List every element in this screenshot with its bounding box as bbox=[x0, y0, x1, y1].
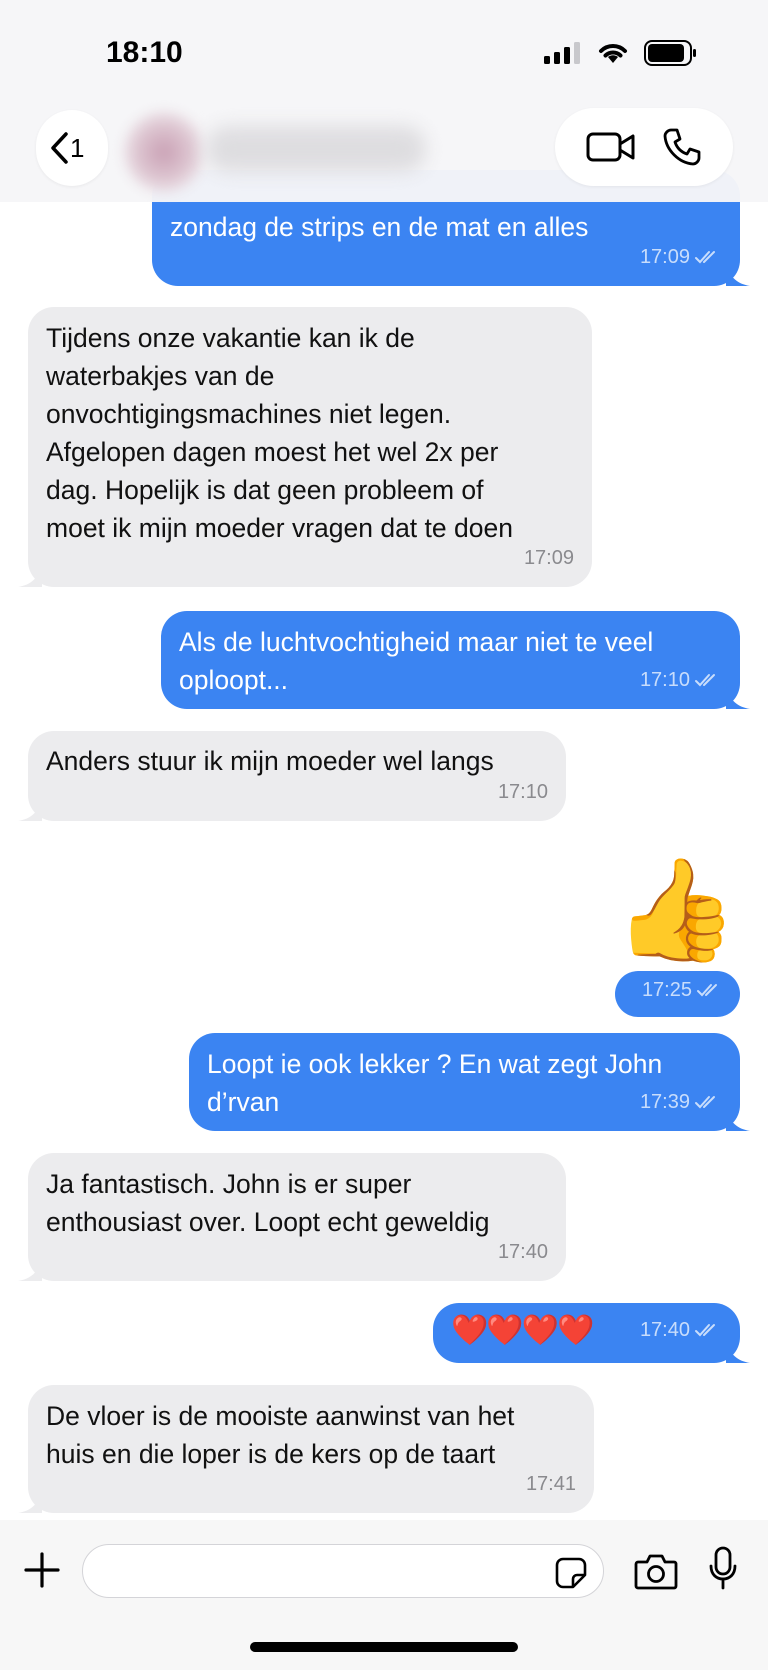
double-check-icon bbox=[695, 251, 715, 264]
message-bubble-outgoing[interactable]: ❤️❤️❤️❤️ 17:40 bbox=[433, 1303, 750, 1363]
message-meta: 17:09 bbox=[524, 539, 574, 577]
double-check-icon bbox=[695, 674, 715, 687]
message-text: Tijdens onze vakantie kan ik de waterbak… bbox=[46, 323, 513, 543]
thumbs-up-emoji[interactable]: 👍 bbox=[613, 855, 738, 965]
wifi-icon bbox=[599, 44, 627, 63]
message-text: De vloer is de mooiste aanwinst van het … bbox=[46, 1401, 515, 1469]
message-time: 17:40 bbox=[639, 1319, 690, 1341]
message-time: 17:10 bbox=[497, 781, 548, 803]
home-indicator bbox=[250, 1642, 518, 1652]
message-bubble-incoming[interactable]: Anders stuur ik mijn moeder wel langs 17… bbox=[18, 731, 566, 821]
message-meta: 17:40 bbox=[640, 1311, 722, 1349]
message-meta: 17:10 bbox=[498, 773, 548, 811]
message-time: 17:41 bbox=[525, 1473, 576, 1495]
bubble-tail bbox=[18, 1491, 42, 1513]
bubble-tail bbox=[18, 799, 42, 821]
bubble-tail bbox=[726, 687, 750, 709]
signal-icon bbox=[544, 42, 580, 64]
call-actions bbox=[555, 108, 733, 186]
avatar bbox=[124, 112, 204, 192]
contact-name bbox=[206, 126, 426, 172]
message-meta: 17:10 bbox=[640, 661, 722, 699]
phone-icon[interactable] bbox=[662, 127, 702, 167]
message-time: 17:39 bbox=[639, 1091, 690, 1113]
message-bubble-incoming[interactable]: De vloer is de mooiste aanwinst van het … bbox=[18, 1385, 594, 1513]
message-time: 17:09 bbox=[639, 246, 690, 268]
message-text: Ja fantastisch. John is er super enthous… bbox=[46, 1169, 490, 1237]
message-time: 17:10 bbox=[639, 669, 690, 691]
message-bubble-incoming[interactable]: Ja fantastisch. John is er super enthous… bbox=[18, 1153, 566, 1281]
bubble-tail bbox=[726, 264, 750, 286]
message-meta: 17:09 bbox=[640, 238, 722, 276]
message-bubble-outgoing[interactable]: Loopt ie ook lekker ? En wat zegt John d… bbox=[189, 1033, 750, 1131]
sticker-icon[interactable] bbox=[555, 1557, 587, 1589]
message-time: 17:40 bbox=[497, 1241, 548, 1263]
bubble-tail bbox=[726, 1109, 750, 1131]
status-icons bbox=[544, 40, 698, 66]
contact-info[interactable] bbox=[110, 104, 440, 196]
message-bubble-incoming[interactable]: Tijdens onze vakantie kan ik de waterbak… bbox=[18, 307, 592, 587]
microphone-icon[interactable] bbox=[708, 1546, 738, 1592]
message-input-box[interactable] bbox=[82, 1544, 604, 1598]
double-check-icon bbox=[695, 1324, 715, 1337]
bubble-tail bbox=[18, 565, 42, 587]
message-time: 17:09 bbox=[523, 547, 574, 569]
message-meta: 17:41 bbox=[526, 1465, 576, 1503]
bubble-tail bbox=[18, 1259, 42, 1281]
message-meta: 17:40 bbox=[498, 1233, 548, 1271]
message-time: 17:25 bbox=[641, 979, 692, 1001]
plus-icon[interactable] bbox=[22, 1550, 62, 1590]
video-camera-icon[interactable] bbox=[586, 131, 636, 163]
message-meta: 17:25 bbox=[642, 971, 724, 1009]
back-button[interactable]: 1 bbox=[36, 110, 108, 186]
status-bar: 18:10 bbox=[0, 0, 768, 100]
battery-icon bbox=[644, 40, 696, 66]
bubble-tail bbox=[726, 1341, 750, 1363]
status-time: 18:10 bbox=[106, 36, 183, 69]
chat-header: 1 bbox=[0, 100, 768, 202]
message-bubble-outgoing[interactable]: Als de luchtvochtigheid maar niet te vee… bbox=[161, 611, 750, 709]
message-text: Anders stuur ik mijn moeder wel langs bbox=[46, 746, 494, 776]
chat-area[interactable]: zondag de strips en de mat en alles 17:0… bbox=[0, 0, 768, 1520]
message-input[interactable] bbox=[101, 1555, 521, 1587]
chevron-left-icon bbox=[51, 132, 68, 164]
camera-icon[interactable] bbox=[634, 1552, 678, 1592]
double-check-icon bbox=[695, 1096, 715, 1109]
composer-bar bbox=[0, 1520, 768, 1670]
unread-count: 1 bbox=[70, 132, 85, 163]
message-meta: 17:39 bbox=[640, 1083, 722, 1121]
message-time-pill[interactable]: 17:25 bbox=[615, 971, 740, 1017]
double-check-icon bbox=[697, 984, 717, 997]
